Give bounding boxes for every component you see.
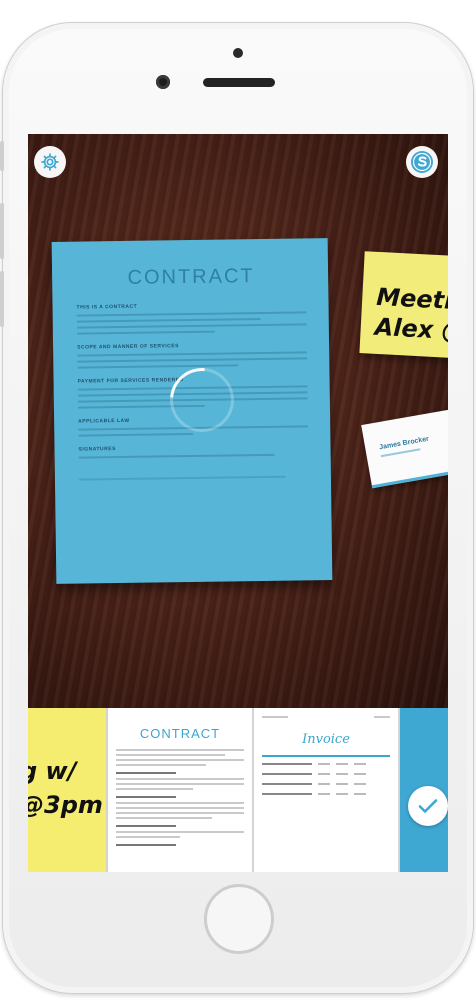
done-button[interactable] <box>408 786 448 826</box>
scanned-thumbnails-strip: g w/ @3pm CONTRACT Invoice <box>28 708 448 872</box>
document-section-heading: SIGNATURES <box>78 446 116 453</box>
home-button[interactable] <box>204 884 274 954</box>
front-camera <box>156 75 170 89</box>
camera-viewfinder: CONTRACT THIS IS A CONTRACT SCOPE AND MA… <box>28 134 448 708</box>
proximity-sensor <box>233 48 243 58</box>
gear-icon <box>41 153 59 171</box>
earpiece-speaker <box>203 78 275 87</box>
business-card-name: James Brocker <box>378 435 430 452</box>
settings-button[interactable] <box>34 146 66 178</box>
sticky-note-line: Alex @ 3pm <box>374 312 448 349</box>
checkmark-icon <box>418 799 438 813</box>
volume-down-button <box>0 271 4 327</box>
thumbnail-text: @3pm <box>28 791 103 819</box>
thumbnail-text: g w/ <box>28 757 77 785</box>
thumbnail-invoice[interactable]: Invoice <box>254 708 398 872</box>
thumbnail-title: Invoice <box>302 732 350 747</box>
document-section-heading: SCOPE AND MANNER OF SERVICES <box>77 343 179 351</box>
sticky-note: Meeting w/ Alex @ 3pm <box>359 251 448 359</box>
mute-switch <box>0 141 4 171</box>
app-screen: CONTRACT THIS IS A CONTRACT SCOPE AND MA… <box>28 134 448 872</box>
volume-up-button <box>0 203 4 259</box>
brand-button[interactable] <box>406 146 438 178</box>
thumbnail-title: CONTRACT <box>139 726 221 741</box>
thumbnail-contract[interactable]: CONTRACT <box>108 708 252 872</box>
document-title: CONTRACT <box>127 265 255 289</box>
document-section-heading: THIS IS A CONTRACT <box>76 303 138 311</box>
thumbnail-sticky-note[interactable]: g w/ @3pm <box>28 708 106 872</box>
s-logo-icon <box>411 151 433 173</box>
business-card: James Brocker <box>361 407 448 489</box>
